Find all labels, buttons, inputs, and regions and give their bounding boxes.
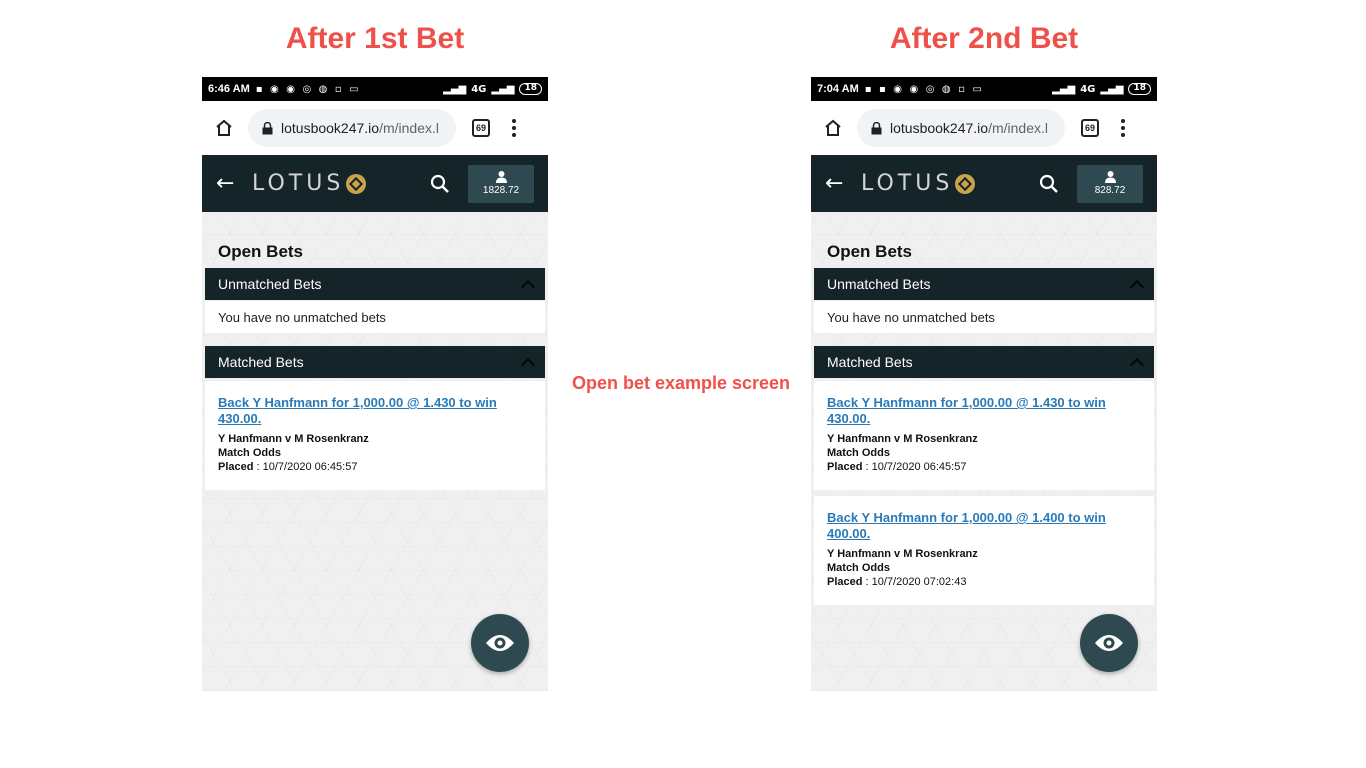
bet-market: Match Odds bbox=[827, 447, 890, 459]
browser-toolbar: lotusbook247.io/m/index.l 69 bbox=[202, 101, 548, 155]
search-icon[interactable] bbox=[428, 172, 452, 196]
logo-text: LOTUS bbox=[861, 171, 954, 196]
bet-card: Back Y Hanfmann for 1,000.00 @ 1.430 to … bbox=[814, 381, 1154, 490]
tab-switcher-button[interactable]: 69 bbox=[472, 119, 490, 137]
lock-icon bbox=[871, 121, 882, 135]
chevron-up-icon bbox=[520, 279, 536, 295]
phone-screenshot-first: 6:46 AM ▪ ◉ ◉ ◎ ◍ ▫ ▭ ▂▄▆ 4G ▂▄▆ 18 lotu… bbox=[202, 77, 548, 691]
unmatched-empty-message: You have no unmatched bets bbox=[814, 301, 1154, 333]
status-right: ▂▄▆ 4G ▂▄▆ 18 bbox=[443, 83, 542, 95]
back-arrow-icon[interactable]: ← bbox=[825, 171, 847, 196]
network-type: 4G bbox=[471, 83, 487, 95]
chevron-up-icon bbox=[520, 357, 536, 373]
bet-teams: Y Hanfmann v M Rosenkranz bbox=[827, 548, 978, 560]
placed-label: Placed bbox=[827, 461, 863, 473]
status-time: 7:04 AM bbox=[817, 83, 859, 95]
bet-card: Back Y Hanfmann for 1,000.00 @ 1.430 to … bbox=[205, 381, 545, 490]
status-time: 6:46 AM bbox=[208, 83, 250, 95]
matched-bets-header[interactable]: Matched Bets bbox=[205, 346, 545, 378]
heading-after-second-bet: After 2nd Bet bbox=[889, 22, 1079, 55]
menu-icon[interactable] bbox=[512, 119, 516, 137]
home-icon[interactable] bbox=[821, 116, 845, 140]
signal-icon: ▂▄▆ bbox=[443, 83, 467, 95]
eye-icon[interactable] bbox=[471, 614, 529, 672]
account-button[interactable]: 828.72 bbox=[1077, 164, 1143, 203]
notification-icons: ▪ ◉ ◉ ◎ ◍ ▫ ▭ bbox=[255, 83, 361, 95]
back-arrow-icon[interactable]: ← bbox=[216, 171, 238, 196]
unmatched-bets-label: Unmatched Bets bbox=[827, 276, 931, 292]
status-bar: 6:46 AM ▪ ◉ ◉ ◎ ◍ ▫ ▭ ▂▄▆ 4G ▂▄▆ 18 bbox=[202, 77, 548, 101]
placed-value: : 10/7/2020 06:45:57 bbox=[862, 461, 967, 473]
logo-mark-icon bbox=[346, 173, 367, 194]
signal-icon: ▂▄▆ bbox=[1052, 83, 1076, 95]
battery-icon: 18 bbox=[519, 83, 542, 95]
bet-link[interactable]: Back Y Hanfmann for 1,000.00 @ 1.400 to … bbox=[827, 510, 1141, 542]
url-path: /m/index.l bbox=[988, 120, 1048, 136]
open-bets-content: Open Bets Unmatched Bets You have no unm… bbox=[202, 212, 548, 691]
chevron-up-icon bbox=[1129, 357, 1145, 373]
app-header: ← LOTUS 1828.72 bbox=[202, 155, 548, 212]
lock-icon bbox=[262, 121, 273, 135]
matched-bets-label: Matched Bets bbox=[827, 354, 913, 370]
home-icon[interactable] bbox=[212, 116, 236, 140]
user-icon bbox=[1104, 171, 1116, 183]
status-bar: 7:04 AM ▪ ▪ ◉ ◉ ◎ ◍ ▫ ▭ ▂▄▆ 4G ▂▄▆ 18 bbox=[811, 77, 1157, 101]
notification-icons: ▪ ▪ ◉ ◉ ◎ ◍ ▫ ▭ bbox=[864, 83, 984, 95]
tab-switcher-button[interactable]: 69 bbox=[1081, 119, 1099, 137]
matched-bets-header[interactable]: Matched Bets bbox=[814, 346, 1154, 378]
open-bets-content: Open Bets Unmatched Bets You have no unm… bbox=[811, 212, 1157, 691]
unmatched-bets-header[interactable]: Unmatched Bets bbox=[205, 268, 545, 300]
unmatched-bets-header[interactable]: Unmatched Bets bbox=[814, 268, 1154, 300]
url-path: /m/index.l bbox=[379, 120, 439, 136]
page-title: Open Bets bbox=[827, 242, 913, 261]
menu-icon[interactable] bbox=[1121, 119, 1125, 137]
account-balance: 828.72 bbox=[1094, 185, 1126, 196]
chevron-up-icon bbox=[1129, 279, 1145, 295]
url-host: lotusbook247.io bbox=[281, 120, 380, 136]
url-host: lotusbook247.io bbox=[890, 120, 989, 136]
unmatched-empty-message: You have no unmatched bets bbox=[205, 301, 545, 333]
url-bar[interactable]: lotusbook247.io/m/index.l bbox=[857, 109, 1065, 147]
placed-label: Placed bbox=[827, 576, 863, 588]
bet-placed: Placed : 10/7/2020 07:02:43 bbox=[827, 575, 1141, 589]
bet-market: Match Odds bbox=[827, 562, 890, 574]
url-bar[interactable]: lotusbook247.io/m/index.l bbox=[248, 109, 456, 147]
bet-market: Match Odds bbox=[218, 447, 281, 459]
bet-placed: Placed : 10/7/2020 06:45:57 bbox=[218, 460, 532, 474]
bet-link[interactable]: Back Y Hanfmann for 1,000.00 @ 1.430 to … bbox=[218, 395, 532, 427]
placed-label: Placed bbox=[218, 461, 254, 473]
matched-bets-label: Matched Bets bbox=[218, 354, 304, 370]
placed-value: : 10/7/2020 07:02:43 bbox=[862, 576, 967, 588]
placed-value: : 10/7/2020 06:45:57 bbox=[253, 461, 358, 473]
heading-after-first-bet: After 1st Bet bbox=[285, 22, 465, 55]
browser-toolbar: lotusbook247.io/m/index.l 69 bbox=[811, 101, 1157, 155]
eye-icon[interactable] bbox=[1080, 614, 1138, 672]
lotus-logo[interactable]: LOTUS bbox=[861, 171, 976, 196]
app-header: ← LOTUS 828.72 bbox=[811, 155, 1157, 212]
phone-screenshot-second: 7:04 AM ▪ ▪ ◉ ◉ ◎ ◍ ▫ ▭ ▂▄▆ 4G ▂▄▆ 18 lo… bbox=[811, 77, 1157, 691]
lotus-logo[interactable]: LOTUS bbox=[252, 171, 367, 196]
account-button[interactable]: 1828.72 bbox=[468, 164, 534, 203]
page-title: Open Bets bbox=[218, 242, 304, 261]
bet-link[interactable]: Back Y Hanfmann for 1,000.00 @ 1.430 to … bbox=[827, 395, 1141, 427]
logo-text: LOTUS bbox=[252, 171, 345, 196]
bet-teams: Y Hanfmann v M Rosenkranz bbox=[218, 433, 369, 445]
caption: Open bet example screen bbox=[571, 373, 791, 393]
bet-placed: Placed : 10/7/2020 06:45:57 bbox=[827, 460, 1141, 474]
signal-icon-2: ▂▄▆ bbox=[1100, 83, 1124, 95]
account-balance: 1828.72 bbox=[482, 185, 520, 196]
status-right: ▂▄▆ 4G ▂▄▆ 18 bbox=[1052, 83, 1151, 95]
search-icon[interactable] bbox=[1037, 172, 1061, 196]
bet-card: Back Y Hanfmann for 1,000.00 @ 1.400 to … bbox=[814, 496, 1154, 605]
logo-mark-icon bbox=[955, 173, 976, 194]
signal-icon-2: ▂▄▆ bbox=[491, 83, 515, 95]
unmatched-bets-label: Unmatched Bets bbox=[218, 276, 322, 292]
user-icon bbox=[495, 171, 507, 183]
network-type: 4G bbox=[1080, 83, 1096, 95]
bet-teams: Y Hanfmann v M Rosenkranz bbox=[827, 433, 978, 445]
battery-icon: 18 bbox=[1128, 83, 1151, 95]
